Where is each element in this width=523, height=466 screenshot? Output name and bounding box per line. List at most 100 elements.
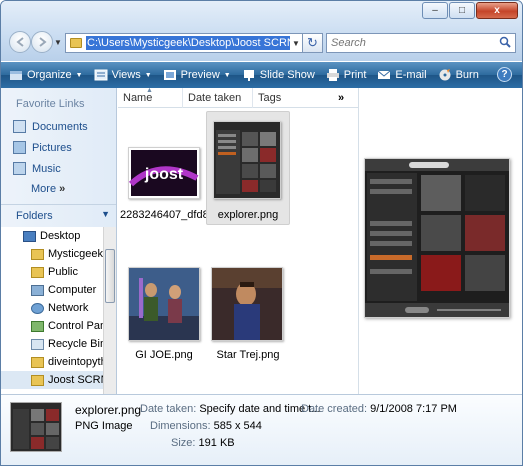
column-name[interactable]: Name ▲ [118,86,183,108]
star-trek-image [212,268,282,340]
file-item[interactable]: explorer.png [206,111,290,225]
pictures-icon [13,141,26,154]
tree-item-network[interactable]: Network [1,299,103,317]
chevron-down-icon[interactable]: ▼ [290,39,302,48]
preview-image [364,158,510,318]
tree-item-computer[interactable]: Computer [1,281,103,299]
file-item[interactable]: joost 2283246407_dfd8... [120,147,218,227]
chevron-down-icon[interactable]: ▼ [101,209,110,219]
forward-button[interactable] [31,31,53,53]
details-date-taken: Date taken: Specify date and time t... [140,403,321,415]
folder-tree: Desktop Mysticgeek Public Computer Netwo… [1,227,103,394]
navigation-pane: Favorite Links Documents Pictures Music … [1,88,117,394]
address-bar[interactable]: C:\Users\Mysticgeek\Desktop\Joost SCRN S… [65,33,303,53]
recent-pages-dropdown[interactable]: ▼ [54,38,62,47]
file-thumbnail [211,267,283,341]
folder-icon [70,38,82,48]
folders-header[interactable]: Folders ▼ [1,204,116,226]
details-date-created: Date created: 9/1/2008 7:17 PM [301,403,457,415]
folder-tree-scrollbar[interactable] [103,227,116,394]
address-path[interactable]: C:\Users\Mysticgeek\Desktop\Joost SCRN S… [86,36,290,50]
search-icon[interactable] [499,36,515,51]
file-item[interactable]: GI JOE.png [120,267,208,367]
column-headers: Name ▲ Date taken Tags » [118,86,358,108]
details-file-type: PNG Image [75,420,133,432]
music-icon [13,162,26,175]
favorite-music[interactable]: Music [1,158,116,179]
email-label: E-mail [395,69,427,81]
command-bar: Organize ▼ Views ▼ Preview ▼ Slide Show Pri… [1,62,522,88]
search-box[interactable] [326,33,516,53]
favorite-documents[interactable]: Documents [1,116,116,137]
details-dimensions: Dimensions: 585 x 544 [150,420,262,432]
preview-button[interactable]: Preview ▼ [163,69,231,81]
email-button[interactable]: E-mail [377,69,427,81]
title-bar: – □ x ▼ C:\Users\Mysticgeek\Desktop\Joos… [1,1,522,61]
tree-item-joost-scrn-shots[interactable]: Joost SCRN SHOTS [1,371,103,389]
help-button[interactable]: ? [497,67,512,82]
file-name: explorer.png [217,209,279,221]
tree-item-control-panel[interactable]: Control Panel [1,317,103,335]
preview-label: Preview [180,69,220,81]
gi-joe-image [129,268,199,340]
scrollbar-thumb[interactable] [105,249,115,303]
selected-file-thumbnail-image [11,403,61,451]
views-button[interactable]: Views ▼ [94,69,152,81]
slide-show-button[interactable]: Slide Show [242,69,315,81]
tree-item-diveintopython[interactable]: diveintopython [1,353,103,371]
file-name: GI JOE.png [135,349,193,361]
details-thumbnail [10,402,62,452]
forward-arrow-icon [39,37,47,47]
tree-item-public[interactable]: Public [1,263,103,281]
explorer-window: – □ x ▼ C:\Users\Mysticgeek\Desktop\Joos… [0,0,523,466]
refresh-button[interactable]: ↻ [303,33,323,53]
more-links[interactable]: More » [1,179,116,199]
slide-show-label: Slide Show [259,69,315,81]
organize-label: Organize [27,69,72,81]
back-button[interactable] [9,31,31,53]
details-file-name: explorer.png [75,403,142,417]
favorite-pictures[interactable]: Pictures [1,137,116,158]
preview-icon [163,69,177,81]
column-tags[interactable]: Tags [253,88,338,108]
organize-icon [9,69,23,81]
search-input[interactable] [327,37,499,49]
details-size: Size: 191 KB [171,437,235,449]
joost-explorer-screenshot-image [214,122,280,198]
burn-button[interactable]: Burn [438,69,479,81]
folder-icon [31,266,44,278]
close-button[interactable]: x [476,2,518,19]
preview-screenshot-image [365,159,509,317]
print-button[interactable]: Print [326,69,367,81]
file-thumbnail: joost [128,147,200,199]
print-icon [326,69,340,81]
views-label: Views [111,69,141,81]
more-columns-button[interactable]: » [338,92,344,104]
tree-item-mysticgeek[interactable]: Mysticgeek [1,245,103,263]
network-icon [31,302,44,314]
file-thumbnail [128,267,200,341]
file-item[interactable]: Star Trej.png [206,267,290,367]
file-name: Star Trej.png [216,349,280,361]
svg-text:joost: joost [144,166,184,183]
user-folder-icon [31,248,44,260]
file-name: 2283246407_dfd8... [120,209,218,221]
tree-item-recycle-bin[interactable]: Recycle Bin [1,335,103,353]
burn-label: Burn [455,69,479,81]
desktop-icon [23,230,36,242]
back-arrow-icon [16,37,24,47]
favorite-links-title: Favorite Links [16,98,85,110]
slideshow-icon [242,69,256,81]
details-pane: explorer.png PNG Image Date taken: Speci… [1,394,522,465]
recycle-bin-icon [31,338,44,350]
refresh-icon: ↻ [307,35,318,50]
column-date-taken[interactable]: Date taken [183,87,253,108]
organize-button[interactable]: Organize ▼ [9,69,83,81]
minimize-button[interactable]: – [422,2,448,19]
sort-indicator-icon: ▲ [146,86,153,94]
file-list: joost 2283246407_dfd8... explorer.png GI… [118,109,358,394]
folder-icon [31,374,44,386]
tree-item-desktop[interactable]: Desktop [1,227,103,245]
maximize-button[interactable]: □ [449,2,475,19]
print-label: Print [343,69,367,81]
